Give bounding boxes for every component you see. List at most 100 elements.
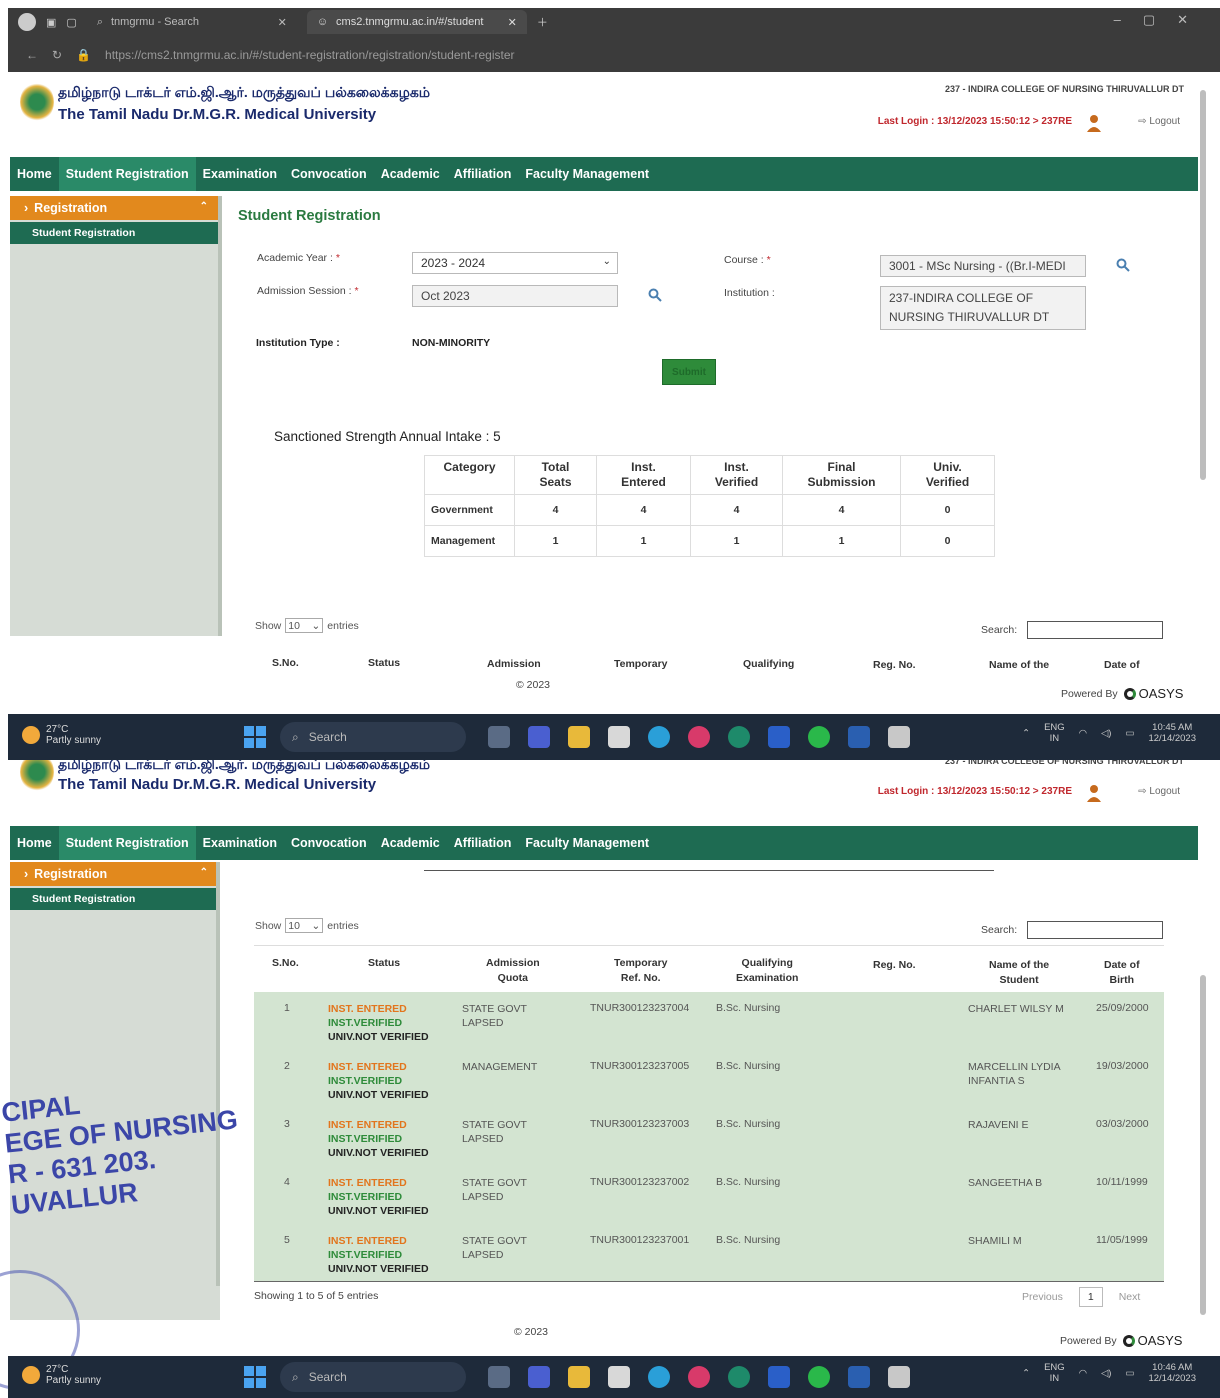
- window-controls[interactable]: –▢✕: [1114, 12, 1210, 28]
- volume-icon[interactable]: ◁): [1101, 728, 1111, 739]
- nav-faculty-management[interactable]: Faculty Management: [518, 157, 656, 191]
- l-app-icon[interactable]: [768, 1366, 790, 1388]
- chrome-icon[interactable]: [728, 1366, 750, 1388]
- windows-start-icon[interactable]: [244, 1366, 266, 1388]
- col-dob[interactable]: Date of: [1104, 658, 1140, 673]
- logout-link[interactable]: ⇨ Logout: [1138, 116, 1180, 127]
- previous-button[interactable]: Previous: [1022, 1291, 1063, 1303]
- page-scrollbar[interactable]: [1200, 975, 1206, 1315]
- logout-link[interactable]: ⇨ Logout: [1138, 786, 1180, 797]
- nav-academic[interactable]: Academic: [374, 157, 447, 191]
- nav-examination[interactable]: Examination: [196, 826, 284, 860]
- word-icon[interactable]: [848, 726, 870, 748]
- table-row[interactable]: 3 INST. ENTERED INST.VERIFIED UNIV.NOT VER…: [254, 1108, 1164, 1166]
- page-1-button[interactable]: 1: [1078, 1287, 1103, 1307]
- sidebar-item-student-registration[interactable]: Student Registration: [10, 888, 220, 910]
- document-icon[interactable]: [888, 726, 910, 748]
- col-sno[interactable]: S.No.: [272, 956, 299, 971]
- search-input[interactable]: [1027, 621, 1163, 639]
- clock[interactable]: 10:46 AM 12/14/2023: [1148, 1362, 1196, 1384]
- nav-home[interactable]: Home: [10, 157, 59, 191]
- col-temporary[interactable]: Temporary: [614, 657, 668, 672]
- user-icon[interactable]: [1086, 784, 1102, 802]
- close-tab-icon[interactable]: ✕: [278, 16, 287, 29]
- nav-academic[interactable]: Academic: [374, 826, 447, 860]
- table-row[interactable]: 1 INST. ENTERED INST.VERIFIED UNIV.NOT VER…: [254, 992, 1164, 1050]
- url-field[interactable]: https://cms2.tnmgrmu.ac.in/#/student-reg…: [105, 48, 515, 62]
- chevron-up-icon[interactable]: ⌃: [1022, 1368, 1030, 1379]
- language-indicator[interactable]: ENG IN: [1044, 722, 1065, 744]
- store-icon[interactable]: [608, 726, 630, 748]
- user-icon[interactable]: [1086, 114, 1102, 132]
- next-button[interactable]: Next: [1119, 1291, 1141, 1303]
- nav-student-registration[interactable]: Student Registration: [58, 157, 196, 191]
- col-sno[interactable]: S.No.: [272, 656, 299, 671]
- back-icon[interactable]: ←: [26, 48, 38, 62]
- refresh-icon[interactable]: ↻: [52, 48, 62, 62]
- volume-icon[interactable]: ◁): [1101, 1368, 1111, 1379]
- course-field[interactable]: 3001 - MSc Nursing - ((Br.I-MEDI: [880, 255, 1086, 277]
- academic-year-select[interactable]: 2023 - 2024 ⌄: [412, 252, 618, 274]
- col-reg-no[interactable]: Reg. No.: [873, 958, 916, 973]
- search-input[interactable]: [1027, 921, 1163, 939]
- nav-student-registration[interactable]: Student Registration: [58, 826, 196, 860]
- tab-actions-icon[interactable]: ▢: [66, 16, 76, 29]
- clock[interactable]: 10:45 AM 12/14/2023: [1148, 722, 1196, 744]
- word-icon[interactable]: [848, 1366, 870, 1388]
- weather-widget[interactable]: 27°C Partly sunny: [22, 724, 101, 746]
- table-row[interactable]: 5 INST. ENTERED INST.VERIFIED UNIV.NOT VER…: [254, 1224, 1164, 1282]
- nav-affiliation[interactable]: Affiliation: [447, 157, 519, 191]
- col-admission[interactable]: Admission: [487, 657, 541, 672]
- col-status[interactable]: Status: [368, 956, 400, 971]
- tab-search[interactable]: ⌕ tnmgrmu - Search ✕: [87, 10, 297, 34]
- language-indicator[interactable]: ENG IN: [1044, 1362, 1065, 1384]
- col-reg-no[interactable]: Reg. No.: [873, 658, 916, 673]
- close-tab-icon[interactable]: ✕: [508, 16, 517, 29]
- col-date-of-birth[interactable]: Date of Birth: [1104, 958, 1140, 988]
- app-icon[interactable]: [688, 726, 710, 748]
- chevron-up-icon[interactable]: ⌃: [1022, 728, 1030, 739]
- whatsapp-icon[interactable]: [808, 726, 830, 748]
- page-scrollbar[interactable]: [1200, 90, 1206, 480]
- institution-field[interactable]: 237-INDIRA COLLEGE OF NURSING THIRUVALLUR…: [880, 286, 1086, 330]
- wifi-icon[interactable]: ◠: [1079, 1368, 1087, 1379]
- col-admission-quota[interactable]: Admission Quota: [486, 956, 540, 986]
- tab-cms[interactable]: ☺ cms2.tnmgrmu.ac.in/#/student ✕: [306, 10, 527, 34]
- table-row[interactable]: 2 INST. ENTERED INST.VERIFIED UNIV.NOT VER…: [254, 1050, 1164, 1108]
- nav-home[interactable]: Home: [10, 826, 59, 860]
- col-temporary-ref[interactable]: Temporary Ref. No.: [614, 956, 668, 986]
- teams-icon[interactable]: [528, 1366, 550, 1388]
- profile-icon[interactable]: [18, 13, 36, 31]
- battery-icon[interactable]: ▭: [1125, 728, 1134, 739]
- submit-button[interactable]: Submit: [662, 359, 716, 385]
- admission-session-field[interactable]: Oct 2023: [412, 285, 618, 307]
- table-row[interactable]: 4 INST. ENTERED INST.VERIFIED UNIV.NOT VER…: [254, 1166, 1164, 1224]
- sidebar-item-student-registration[interactable]: Student Registration: [10, 222, 220, 244]
- whatsapp-icon[interactable]: [808, 1366, 830, 1388]
- col-qualifying-exam[interactable]: Qualifying Examination: [736, 956, 798, 986]
- search-course-icon[interactable]: [1116, 258, 1130, 272]
- taskbar-search[interactable]: ⌕ Search: [280, 1362, 466, 1392]
- search-session-icon[interactable]: [648, 288, 662, 302]
- col-student-name[interactable]: Name of the Student: [989, 958, 1049, 988]
- sidebar-section-registration[interactable]: › Registration ⌃: [10, 862, 220, 886]
- task-view-icon[interactable]: [488, 1366, 510, 1388]
- store-icon[interactable]: [608, 1366, 630, 1388]
- new-tab-icon[interactable]: ＋: [537, 14, 548, 30]
- windows-start-icon[interactable]: [244, 726, 266, 748]
- battery-icon[interactable]: ▭: [1125, 1368, 1134, 1379]
- file-explorer-icon[interactable]: [568, 1366, 590, 1388]
- l-app-icon[interactable]: [768, 726, 790, 748]
- teams-icon[interactable]: [528, 726, 550, 748]
- taskbar-search[interactable]: ⌕ Search: [280, 722, 466, 752]
- chrome-icon[interactable]: [728, 726, 750, 748]
- weather-widget[interactable]: 27°C Partly sunny: [22, 1364, 101, 1386]
- app-icon[interactable]: [688, 1366, 710, 1388]
- document-icon[interactable]: [888, 1366, 910, 1388]
- wifi-icon[interactable]: ◠: [1079, 728, 1087, 739]
- task-view-icon[interactable]: [488, 726, 510, 748]
- nav-faculty-management[interactable]: Faculty Management: [518, 826, 656, 860]
- sidebar-section-registration[interactable]: › Registration ⌃: [10, 196, 220, 220]
- edge-icon[interactable]: [648, 726, 670, 748]
- nav-convocation[interactable]: Convocation: [284, 826, 374, 860]
